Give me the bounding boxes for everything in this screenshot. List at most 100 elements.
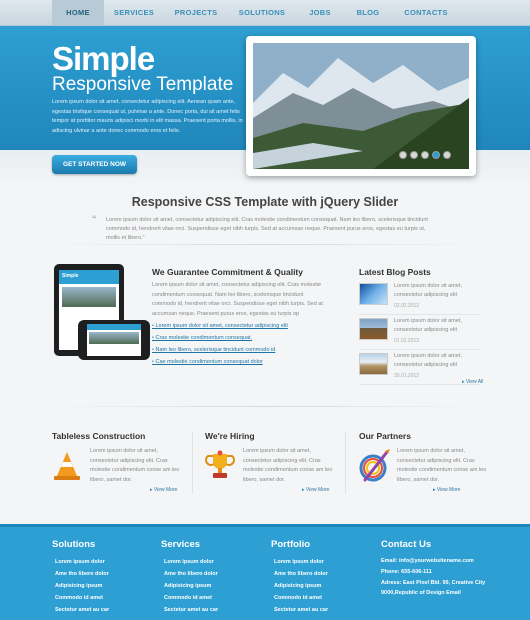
top-nav: HOME SERVICES PROJECTS SOLUTIONS JOBS BL…: [0, 0, 530, 26]
footer-link[interactable]: Lorem ipsum dolor: [274, 556, 328, 568]
bullet-icon: ▪: [152, 323, 154, 329]
hero-text: Lorem ipsum dolor sit amet, consectetur …: [52, 99, 243, 134]
footer-link[interactable]: Commodo id amet: [164, 592, 218, 604]
footer-link[interactable]: Sectetur amet au car: [164, 604, 218, 616]
nav-jobs[interactable]: JOBS: [296, 0, 344, 26]
phone-image: [89, 332, 139, 344]
slider-pagination: [399, 151, 451, 159]
link-text[interactable]: Nam leo libero, scelerisque tincidunt co…: [155, 347, 275, 353]
footer-link[interactable]: Adipisicing ipsum: [55, 580, 109, 592]
slider-dot-2[interactable]: [410, 151, 418, 159]
footer-link[interactable]: Sectetur amet au car: [274, 604, 328, 616]
tablet-image: [62, 287, 116, 307]
traffic-cone-icon: [54, 452, 80, 480]
view-more-link[interactable]: ▸ View More: [150, 487, 177, 493]
feature-text-hiring: Lorem ipsum dolor sit amet, consectetur …: [243, 448, 333, 483]
footer-link[interactable]: Ame tho libero dolor: [274, 568, 328, 580]
divider: [192, 432, 193, 494]
nav-projects[interactable]: PROJECTS: [164, 0, 228, 26]
phone-screen: [87, 324, 141, 356]
nav-solutions[interactable]: SOLUTIONS: [228, 0, 296, 26]
blog-post-text[interactable]: Lorem ipsum dolor sit amet, consectetur …: [394, 282, 480, 299]
blog-post-date: 30.01.2012: [394, 373, 420, 379]
blog-post-date: 01.02.2012: [394, 338, 420, 344]
footer-list-solutions: Lorem ipsum dolor Ame tho libero dolor A…: [55, 556, 109, 616]
blog-thumbnail[interactable]: [359, 318, 388, 340]
tablet-header: Simple: [59, 270, 119, 284]
feature-text-tableless: Lorem ipsum dolor sit amet, consectetur …: [90, 448, 180, 483]
blog-list: Lorem ipsum dolor sit amet, consectetur …: [359, 282, 481, 387]
footer-link[interactable]: Ame tho libero dolor: [164, 568, 218, 580]
footer-contact-info: Email: info@yourwebsitename.com Phone: 6…: [381, 556, 493, 599]
guarantee-text: Lorem ipsum dolor sit amet, consectetur …: [152, 282, 323, 317]
blog-title: Latest Blog Posts: [359, 267, 431, 277]
slider-dot-3[interactable]: [421, 151, 429, 159]
image-slider[interactable]: [246, 36, 476, 176]
link-text[interactable]: Cras molestie condimentum consequat.: [155, 335, 252, 341]
guarantee-link-3[interactable]: ▪ Nam leo libero, scelerisque tincidunt …: [152, 344, 342, 356]
guarantee-link-list: ▪ Lorem ipsum dolor sit amet, consectetu…: [152, 320, 342, 368]
feature-text-partners: Lorem ipsum dolor sit amet, consectetur …: [397, 448, 487, 483]
link-text[interactable]: Cae molestie condimentum consequat dolor: [155, 359, 262, 365]
feature-title-tableless: Tableless Construction: [52, 431, 146, 441]
footer-title-solutions: Solutions: [52, 539, 96, 550]
footer-link[interactable]: Commodo id amet: [55, 592, 109, 604]
intro-title: Responsive CSS Template with jQuery Slid…: [131, 195, 399, 209]
bullet-icon: ▪: [152, 359, 154, 365]
footer-link[interactable]: Adipisicing ipsum: [274, 580, 328, 592]
feature-title-hiring: We're Hiring: [205, 431, 255, 441]
slider-dot-4[interactable]: [432, 151, 440, 159]
footer-list-services: Lorem ipsum dolor Ame tho libero dolor A…: [164, 556, 218, 616]
phone-icon: [78, 320, 150, 360]
divider: [45, 244, 485, 245]
hero-title: Simple: [52, 40, 155, 77]
footer-title-contact: Contact Us: [381, 539, 432, 550]
slider-image: [253, 43, 469, 169]
guarantee-link-4[interactable]: ▪ Cae molestie condimentum consequat dol…: [152, 356, 342, 368]
blog-post[interactable]: Lorem ipsum dolor sit amet, consectetur …: [359, 282, 481, 315]
bullet-icon: ▪: [152, 335, 154, 341]
nav-contacts[interactable]: CONTACTS: [392, 0, 460, 26]
footer-link[interactable]: Sectetur amet au car: [55, 604, 109, 616]
phone-header: [87, 324, 141, 330]
nav-blog[interactable]: BLOG: [344, 0, 392, 26]
contact-phone: Phone: 655-606-111: [381, 568, 432, 575]
nav-home[interactable]: HOME: [52, 0, 104, 26]
view-more-link[interactable]: ▸ View More: [433, 487, 460, 493]
link-text[interactable]: Lorem ipsum dolor sit amet, consectetur …: [155, 323, 287, 329]
blog-post-text[interactable]: Lorem ipsum dolor sit amet, consectetur …: [394, 317, 480, 334]
guarantee-link-2[interactable]: ▪ Cras molestie condimentum consequat.: [152, 332, 342, 344]
intro-text: Lorem ipsum dolor sit amet, consectetur …: [106, 217, 428, 241]
guarantee-title: We Guarantee Commitment & Quality: [152, 267, 303, 277]
divider: [45, 406, 485, 407]
footer-link[interactable]: Adipisicing ipsum: [164, 580, 218, 592]
footer-title-portfolio: Portfolio: [271, 539, 311, 550]
blog-post-text[interactable]: Lorem ipsum dolor sit amet, consectetur …: [394, 352, 480, 369]
contact-address: Adress: East Pixel Bld. 99, Creative Cit…: [381, 579, 486, 597]
contact-email[interactable]: Email: info@yourwebsitename.com: [381, 556, 493, 567]
guarantee-link-1[interactable]: ▪ Lorem ipsum dolor sit amet, consectetu…: [152, 320, 342, 332]
footer-list-portfolio: Lorem ipsum dolor Ame tho libero dolor A…: [274, 556, 328, 616]
blog-post[interactable]: Lorem ipsum dolor sit amet, consectetur …: [359, 317, 481, 350]
divider: [345, 432, 346, 494]
quote-icon: “: [92, 214, 97, 224]
view-all-link[interactable]: ▸ View All: [462, 379, 483, 385]
blog-thumbnail[interactable]: [359, 283, 388, 305]
paint-palette-icon: [359, 449, 390, 482]
slider-dot-1[interactable]: [399, 151, 407, 159]
footer-link[interactable]: Lorem ipsum dolor: [164, 556, 218, 568]
footer-link[interactable]: Ame tho libero dolor: [55, 568, 109, 580]
get-started-button[interactable]: GET STARTED NOW: [52, 155, 137, 174]
devices-image: Simple: [50, 264, 150, 368]
blog-post-date: 02.02.2012: [394, 303, 420, 309]
blog-thumbnail[interactable]: [359, 353, 388, 375]
nav-services[interactable]: SERVICES: [104, 0, 164, 26]
view-more-link[interactable]: ▸ View More: [302, 487, 329, 493]
footer-title-services: Services: [161, 539, 201, 550]
feature-title-partners: Our Partners: [359, 431, 411, 441]
slider-dot-5[interactable]: [443, 151, 451, 159]
trophy-icon: [205, 450, 235, 478]
bullet-icon: ▪: [152, 347, 154, 353]
footer-link[interactable]: Commodo id amet: [274, 592, 328, 604]
footer-link[interactable]: Lorem ipsum dolor: [55, 556, 109, 568]
